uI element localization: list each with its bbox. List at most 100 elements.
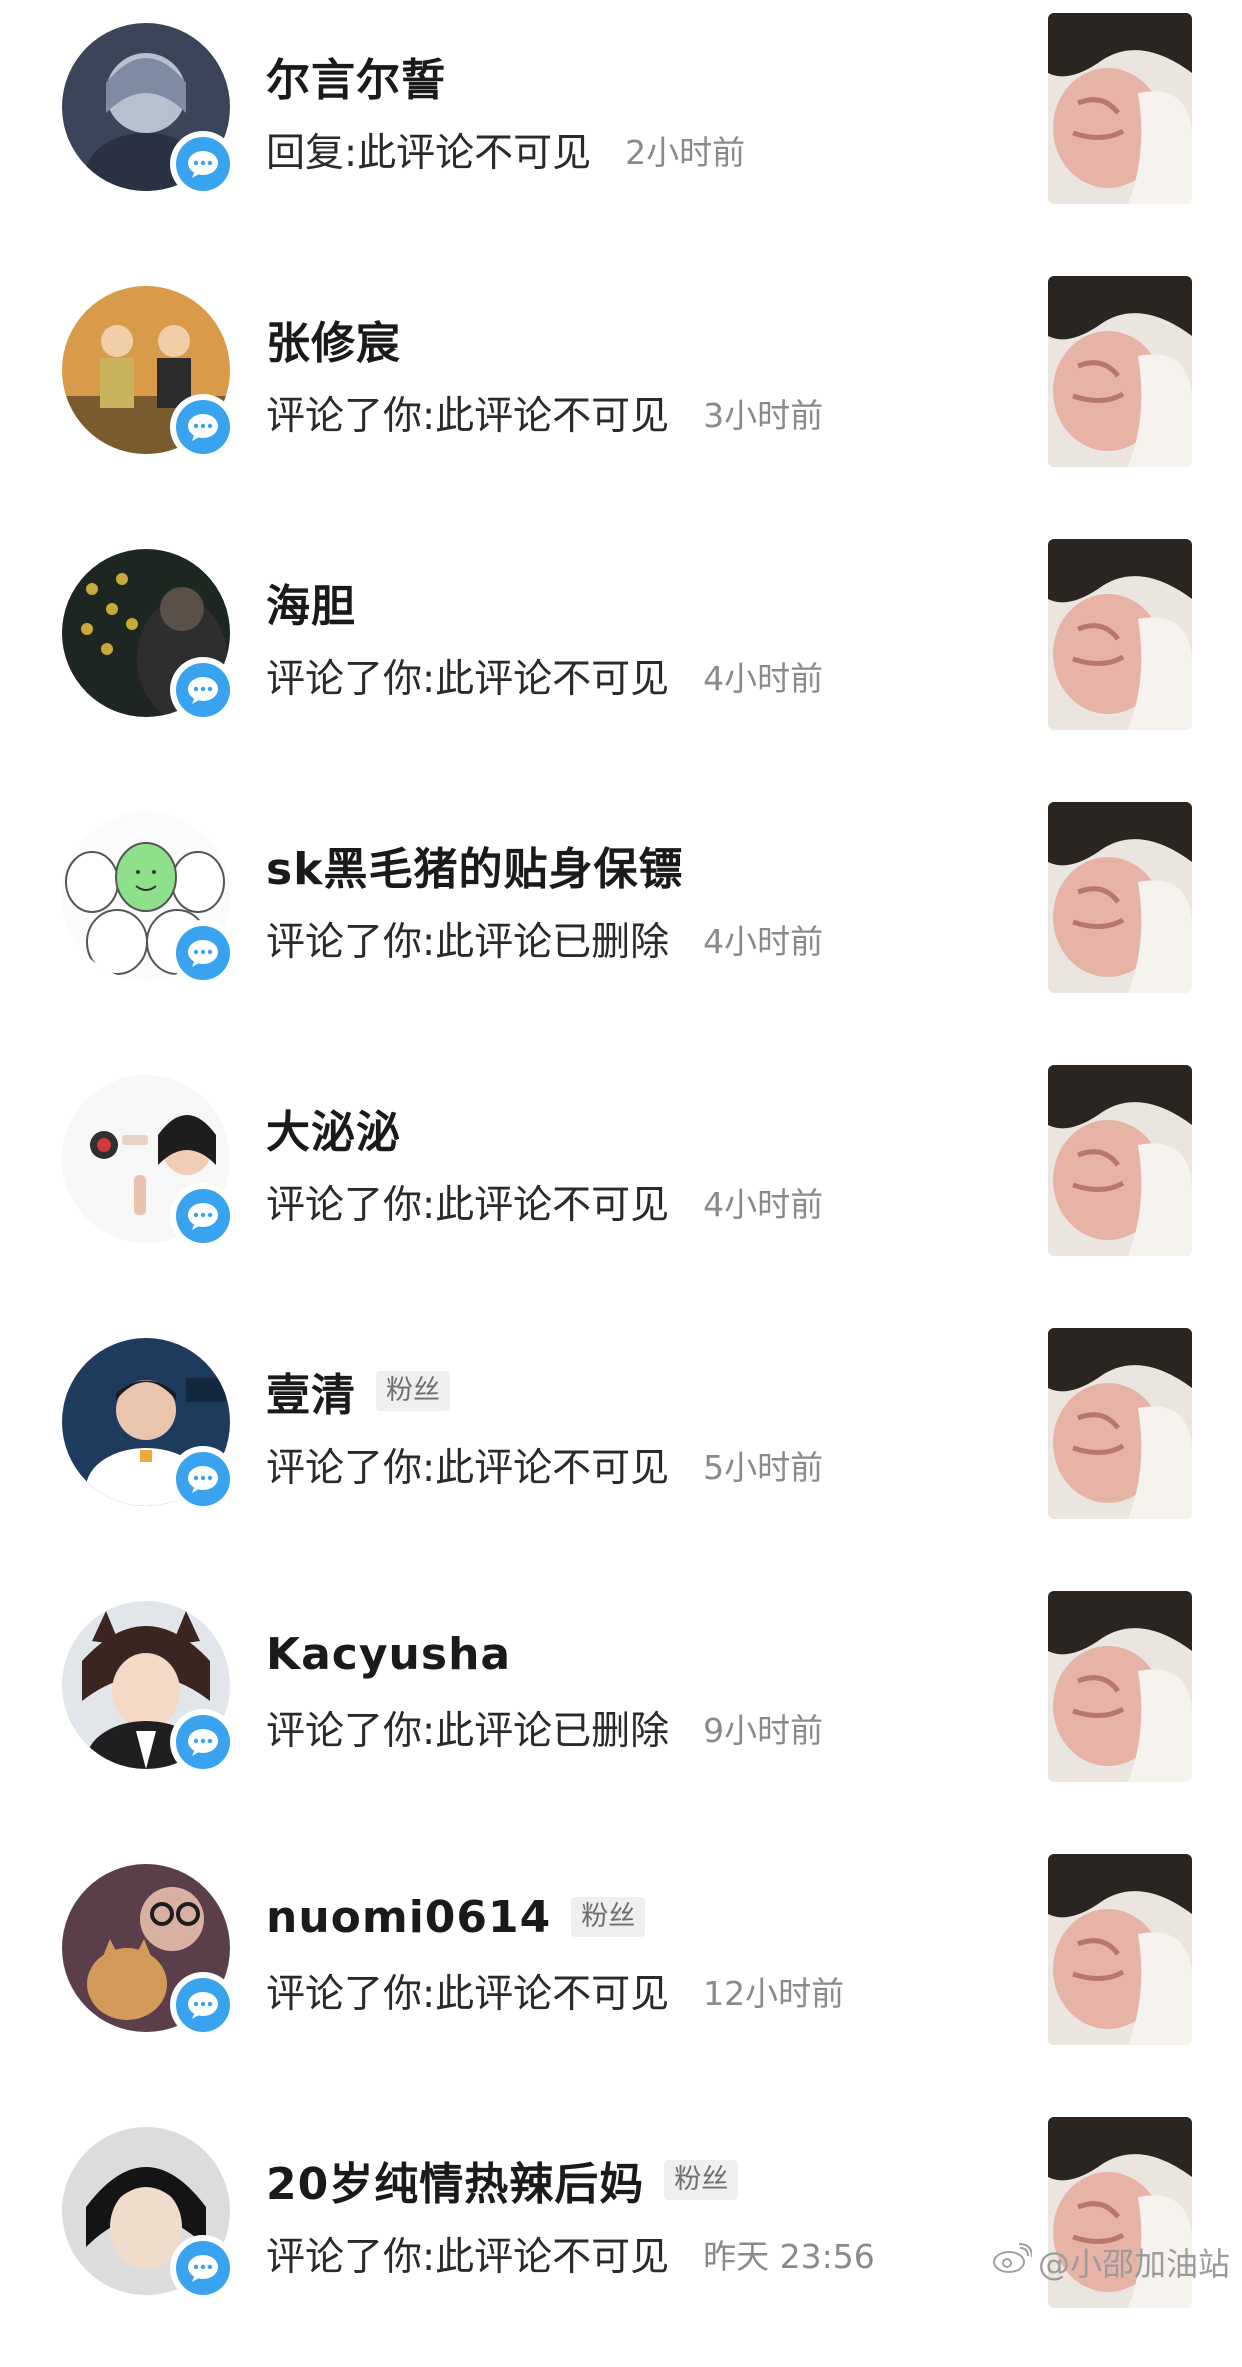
post-thumbnail[interactable] [1048, 802, 1192, 993]
notification-row[interactable]: sk黑毛猪的贴身保镖 评论了你: 此评论已删除 4小时前 [0, 789, 1242, 1052]
comment-badge [170, 394, 236, 460]
comment-text[interactable]: 此评论不可见 [435, 2226, 669, 2282]
action-text: 评论了你: [266, 2235, 436, 2280]
name-line: nuomi0614 粉丝 [266, 1887, 646, 1947]
timestamp: 9小时前 [703, 1711, 824, 1750]
name-line: 海胆 [266, 572, 356, 632]
notification-row[interactable]: Kacyusha 评论了你: 此评论已删除 9小时前 [0, 1578, 1242, 1841]
notification-row[interactable]: 20岁纯情热辣后妈 粉丝 评论了你: 此评论不可见 昨天 23:56 [0, 2104, 1242, 2367]
comment-bubble-icon [176, 1715, 230, 1769]
timestamp: 12小时前 [703, 1974, 845, 2013]
comment-text[interactable]: 此评论不可见 [435, 1174, 669, 1230]
notification-row[interactable]: 海胆 评论了你: 此评论不可见 4小时前 [0, 526, 1242, 789]
watermark-text: @小邵加油站 [1037, 2245, 1230, 2283]
comment-text[interactable]: 此评论已删除 [435, 911, 669, 967]
comment-bubble-icon [176, 400, 230, 454]
comment-bubble-icon [176, 663, 230, 717]
user-name[interactable]: 海胆 [266, 570, 356, 634]
avatar[interactable] [62, 2127, 236, 2301]
user-name[interactable]: sk黑毛猪的贴身保镖 [266, 833, 683, 897]
notification-row[interactable]: 壹清 粉丝 评论了你: 此评论不可见 5小时前 [0, 1315, 1242, 1578]
notification-row[interactable]: 大泌泌 评论了你: 此评论不可见 4小时前 [0, 1052, 1242, 1315]
user-name[interactable]: 壹清 [266, 1359, 356, 1423]
user-name[interactable]: 20岁纯情热辣后妈 [266, 2148, 644, 2212]
comment-text[interactable]: 此评论不可见 [357, 122, 591, 178]
notification-row[interactable]: 张修宸 评论了你: 此评论不可见 3小时前 [0, 263, 1242, 526]
notification-row[interactable]: nuomi0614 粉丝 评论了你: 此评论不可见 12小时前 [0, 1841, 1242, 2104]
avatar[interactable] [62, 286, 236, 460]
comment-bubble-icon [176, 137, 230, 191]
action-text: 评论了你: [266, 1972, 436, 2017]
message-line: 评论了你: 此评论不可见 4小时前 [266, 1172, 823, 1232]
comment-text[interactable]: 此评论不可见 [435, 648, 669, 704]
action-text: 评论了你: [266, 920, 436, 965]
comment-badge [170, 920, 236, 986]
name-line: Kacyusha [266, 1624, 511, 1684]
user-name[interactable]: 大泌泌 [266, 1096, 401, 1160]
post-thumbnail[interactable] [1048, 1065, 1192, 1256]
watermark: @小邵加油站 [992, 2239, 1230, 2285]
post-thumbnail[interactable] [1048, 276, 1192, 467]
comment-badge [170, 131, 236, 197]
comment-badge [170, 1183, 236, 1249]
comment-text[interactable]: 此评论不可见 [435, 1963, 669, 2019]
comment-text[interactable]: 此评论不可见 [435, 1437, 669, 1493]
action-text: 评论了你: [266, 1446, 436, 1491]
user-name[interactable]: 张修宸 [266, 307, 401, 371]
action-text: 评论了你: [266, 1709, 436, 1754]
message-line: 评论了你: 此评论已删除 4小时前 [266, 909, 823, 969]
comment-badge [170, 657, 236, 723]
message-line: 评论了你: 此评论已删除 9小时前 [266, 1698, 823, 1758]
name-line: sk黑毛猪的贴身保镖 [266, 835, 683, 895]
avatar[interactable] [62, 549, 236, 723]
post-thumbnail[interactable] [1048, 1854, 1192, 2045]
comment-bubble-icon [176, 1452, 230, 1506]
timestamp: 昨天 23:56 [703, 2237, 875, 2276]
message-line: 评论了你: 此评论不可见 12小时前 [266, 1961, 844, 2021]
name-line: 尔言尔誓 [266, 46, 446, 106]
avatar[interactable] [62, 1075, 236, 1249]
timestamp: 2小时前 [625, 133, 746, 172]
name-line: 大泌泌 [266, 1098, 401, 1158]
comment-bubble-icon [176, 1189, 230, 1243]
post-thumbnail[interactable] [1048, 13, 1192, 204]
avatar[interactable] [62, 1864, 236, 2038]
user-name[interactable]: nuomi0614 [266, 1892, 551, 1943]
notification-list: 尔言尔誓 回复: 此评论不可见 2小时前 张修宸 评论了你: 此评论不可见 3小… [0, 0, 1242, 2308]
timestamp: 5小时前 [703, 1448, 824, 1487]
fan-tag: 粉丝 [664, 2160, 739, 2200]
avatar[interactable] [62, 1338, 236, 1512]
name-line: 20岁纯情热辣后妈 粉丝 [266, 2148, 739, 2212]
comment-bubble-icon [176, 2241, 230, 2295]
action-text: 评论了你: [266, 657, 436, 702]
post-thumbnail[interactable] [1048, 1591, 1192, 1782]
fan-tag: 粉丝 [571, 1897, 646, 1937]
message-line: 评论了你: 此评论不可见 昨天 23:56 [266, 2224, 875, 2284]
name-line: 壹清 粉丝 [266, 1361, 450, 1421]
post-thumbnail[interactable] [1048, 539, 1192, 730]
avatar[interactable] [62, 23, 236, 197]
user-name[interactable]: 尔言尔誓 [266, 44, 446, 108]
timestamp: 4小时前 [703, 659, 824, 698]
avatar[interactable] [62, 1601, 236, 1775]
timestamp: 4小时前 [703, 922, 824, 961]
notification-row[interactable]: 尔言尔誓 回复: 此评论不可见 2小时前 [0, 0, 1242, 263]
comment-badge [170, 1972, 236, 2038]
name-line: 张修宸 [266, 309, 401, 369]
message-line: 评论了你: 此评论不可见 5小时前 [266, 1435, 823, 1495]
action-text: 评论了你: [266, 394, 436, 439]
user-name[interactable]: Kacyusha [266, 1629, 511, 1680]
timestamp: 4小时前 [703, 1185, 824, 1224]
post-thumbnail[interactable] [1048, 1328, 1192, 1519]
comment-text[interactable]: 此评论不可见 [435, 385, 669, 441]
comment-badge [170, 2235, 236, 2301]
avatar[interactable] [62, 812, 236, 986]
comment-badge [170, 1446, 236, 1512]
comment-text[interactable]: 此评论已删除 [435, 1700, 669, 1756]
comment-bubble-icon [176, 926, 230, 980]
action-text: 回复: [266, 131, 358, 176]
timestamp: 3小时前 [703, 396, 824, 435]
weibo-icon [992, 2242, 1033, 2282]
comment-bubble-icon [176, 1978, 230, 2032]
message-line: 回复: 此评论不可见 2小时前 [266, 120, 745, 180]
